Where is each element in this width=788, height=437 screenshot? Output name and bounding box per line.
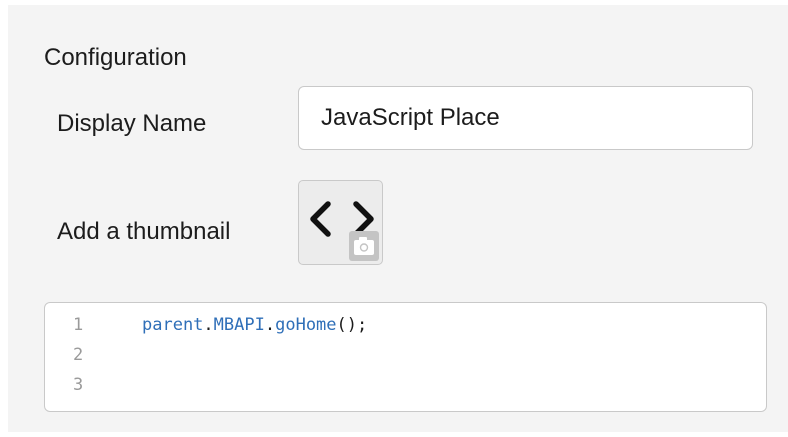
code-token: . <box>203 315 214 335</box>
thumbnail-label: Add a thumbnail <box>57 218 231 245</box>
line-code: parent.MBAPI.goHome(); <box>142 311 367 339</box>
code-token: MBAPI <box>213 315 265 335</box>
code-token: parent <box>142 315 204 335</box>
line-number: 2 <box>73 345 84 365</box>
code-line: 3 <box>45 371 766 399</box>
code-editor[interactable]: 1 parent.MBAPI.goHome(); 2 3 <box>44 302 767 412</box>
line-number: 1 <box>73 315 84 335</box>
camera-icon <box>354 237 374 255</box>
code-token: . <box>264 315 276 335</box>
configuration-panel: Configuration Display Name Add a thumbna… <box>8 5 788 432</box>
display-name-input[interactable] <box>298 86 753 150</box>
code-line: 2 <box>45 341 766 369</box>
line-number: 3 <box>73 375 84 395</box>
camera-badge <box>349 231 379 261</box>
code-token: goHome <box>275 315 337 335</box>
code-line: 1 parent.MBAPI.goHome(); <box>45 311 766 339</box>
add-thumbnail-button[interactable] <box>298 180 383 265</box>
code-token: (); <box>336 315 368 335</box>
section-title: Configuration <box>44 44 187 71</box>
display-name-label: Display Name <box>57 110 207 137</box>
